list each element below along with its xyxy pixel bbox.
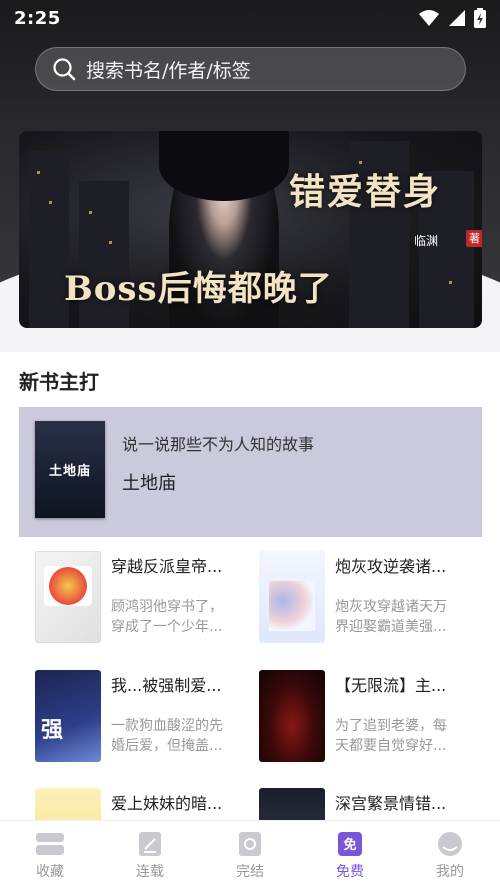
book-item[interactable]: 强 我...被强制爱... 一款狗血酸涩的先 婚后爱，但掩盖... [35, 670, 259, 766]
featured-name: 土地庙 [122, 473, 176, 494]
tab-serial[interactable]: 连载 [100, 821, 200, 889]
section-title: 新书主打 [19, 370, 99, 394]
svg-text:免: 免 [343, 837, 356, 853]
tab-favorites[interactable]: 收藏 [0, 821, 100, 889]
book-item[interactable]: 穿越反派皇帝... 顾鸿羽他穿书了， 穿成了一个少年... [35, 551, 259, 647]
book-title: 爱上妹妹的暗... [111, 794, 223, 813]
book-desc: 一款狗血酸涩的先 婚后爱，但掩盖... [111, 718, 223, 754]
book-cover [259, 551, 325, 643]
promo-banner[interactable]: 错爱替身 Boss后悔都晚了 临渊 著 [19, 131, 482, 328]
new-books-section: 新书主打 土地庙 说一说那些不为人知的故事 土地庙 穿越反派皇帝... 顾鸿羽他… [0, 352, 500, 820]
tab-label: 收藏 [36, 864, 64, 880]
book-cover [35, 551, 101, 643]
tab-label: 完结 [236, 864, 264, 880]
search-icon [53, 58, 76, 81]
tab-label: 我的 [436, 864, 464, 880]
featured-book[interactable]: 土地庙 说一说那些不为人知的故事 土地庙 [19, 407, 482, 537]
status-bar: 2:25 [0, 0, 500, 36]
book-item[interactable]: 深宫繁景情错... [259, 788, 483, 820]
featured-description: 说一说那些不为人知的故事 [122, 435, 315, 454]
signal-icon [449, 10, 465, 26]
book-item[interactable]: 【无限流】主... 为了追到老婆，每 天都要自觉穿好... [259, 670, 483, 766]
book-cover [259, 670, 325, 762]
bookshelf-icon [35, 831, 65, 857]
featured-cover-text: 土地庙 [48, 464, 91, 479]
tab-finished[interactable]: 完结 [200, 821, 300, 889]
serial-icon [135, 831, 165, 857]
book-cover [35, 788, 101, 820]
status-time: 2:25 [14, 7, 61, 29]
search-input[interactable]: 搜索书名/作者/标签 [35, 47, 466, 91]
book-title: 【无限流】主... [335, 676, 447, 695]
banner-seal: 著 [466, 230, 482, 247]
featured-cover: 土地庙 [35, 421, 105, 518]
book-desc: 为了追到老婆，每 天都要自觉穿好... [335, 718, 447, 754]
book-title: 穿越反派皇帝... [111, 557, 223, 576]
book-title: 我...被强制爱... [111, 676, 222, 695]
bottom-tab-bar: 收藏 连载 完结 免 免费 我的 [0, 820, 500, 889]
battery-icon [474, 8, 486, 28]
book-desc: 炮灰攻穿越诸天万 界迎娶霸道美强... [335, 599, 447, 635]
book-title: 炮灰攻逆袭诸... [335, 557, 447, 576]
book-title: 深宫繁景情错... [335, 794, 447, 813]
book-desc: 顾鸿羽他穿书了， 穿成了一个少年... [111, 599, 223, 635]
tab-free[interactable]: 免 免费 [300, 821, 400, 889]
search-placeholder: 搜索书名/作者/标签 [86, 59, 251, 82]
banner-title-line1: 错爱替身 [289, 171, 442, 213]
tab-label: 免费 [336, 864, 364, 880]
book-item[interactable]: 爱上妹妹的暗... [35, 788, 259, 820]
book-item[interactable]: 炮灰攻逆袭诸... 炮灰攻穿越诸天万 界迎娶霸道美强... [259, 551, 483, 647]
wifi-icon [419, 10, 439, 26]
free-icon: 免 [335, 831, 365, 857]
finished-icon [235, 831, 265, 857]
banner-author: 临渊 [414, 234, 439, 248]
book-cover [259, 788, 325, 820]
tab-label: 连载 [136, 864, 164, 880]
banner-title-line2: Boss后悔都晚了 [64, 269, 333, 309]
tab-profile[interactable]: 我的 [400, 821, 500, 889]
status-icons [418, 8, 486, 28]
profile-icon [435, 831, 465, 857]
book-cover: 强 [35, 670, 101, 762]
